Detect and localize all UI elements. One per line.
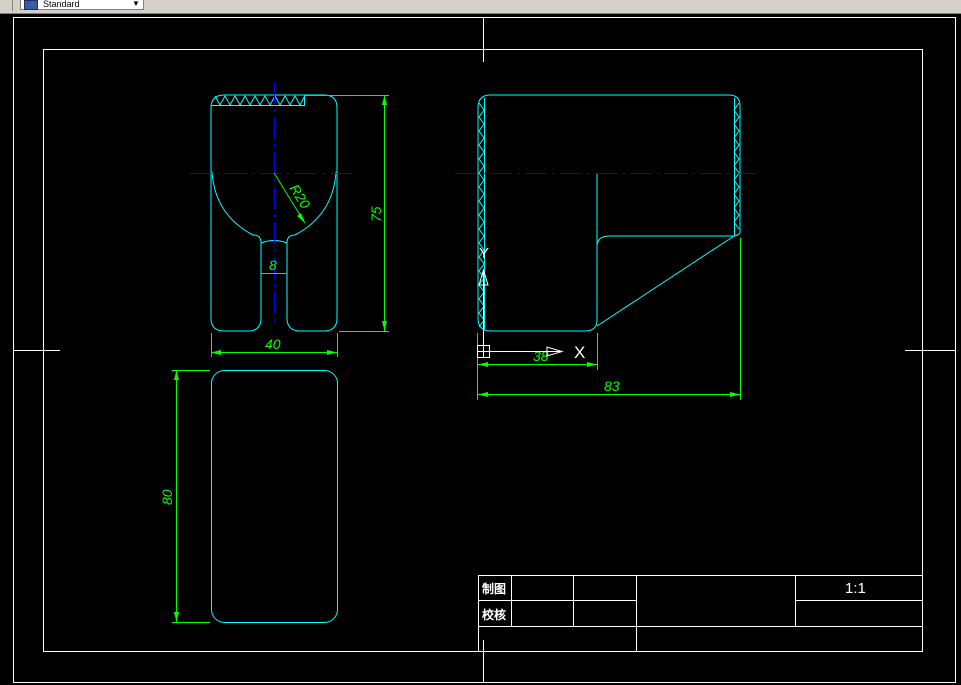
toolbar-button[interactable] <box>0 0 13 11</box>
text-style-value: Standard <box>43 0 80 9</box>
arrowhead <box>478 392 488 397</box>
dim-height-80: 80 <box>159 489 175 505</box>
top-view[interactable]: 80 <box>159 370 338 623</box>
arrowhead <box>382 95 387 105</box>
arrowhead <box>382 321 387 331</box>
dim-r20: R20 <box>286 181 313 211</box>
dim-height-75: 75 <box>368 206 384 222</box>
arrowhead <box>478 362 488 367</box>
arrowhead <box>327 350 337 355</box>
arrowhead <box>211 350 221 355</box>
arrowhead <box>174 612 179 622</box>
front-view[interactable]: R20 8 40 75 <box>190 82 389 357</box>
title-block: 制图 校核 1:1 <box>478 575 922 651</box>
drawing-canvas[interactable]: R20 8 40 75 80 38 83 X Y 制图 校核 1:1 <box>0 14 961 685</box>
top-outline <box>211 370 338 623</box>
ucs-x-label: X <box>574 343 585 362</box>
arrowhead <box>174 370 179 380</box>
tb-checked-by-label: 校核 <box>482 607 506 622</box>
knurl-hatch <box>214 94 305 107</box>
text-style-dropdown[interactable]: Standard <box>20 0 144 10</box>
tb-drawn-by-label: 制图 <box>482 581 506 596</box>
dim-width-40: 40 <box>265 336 281 352</box>
ucs-icon: X Y <box>477 245 585 362</box>
ucs-y-label: Y <box>479 245 489 262</box>
dim-83: 83 <box>604 378 620 394</box>
arrowhead <box>587 362 597 367</box>
dim-38: 38 <box>533 348 549 364</box>
chevron-down-icon[interactable]: ▼ <box>130 0 142 9</box>
toolbar: Standard ▼ <box>0 0 961 14</box>
side-outline <box>477 94 741 332</box>
side-view[interactable]: 38 83 <box>455 94 760 400</box>
text-style-icon <box>24 0 38 10</box>
r20-arrowhead <box>297 213 305 223</box>
arrowhead <box>730 392 740 397</box>
dim-slot-width: 8 <box>269 257 277 273</box>
tb-scale: 1:1 <box>845 580 866 597</box>
